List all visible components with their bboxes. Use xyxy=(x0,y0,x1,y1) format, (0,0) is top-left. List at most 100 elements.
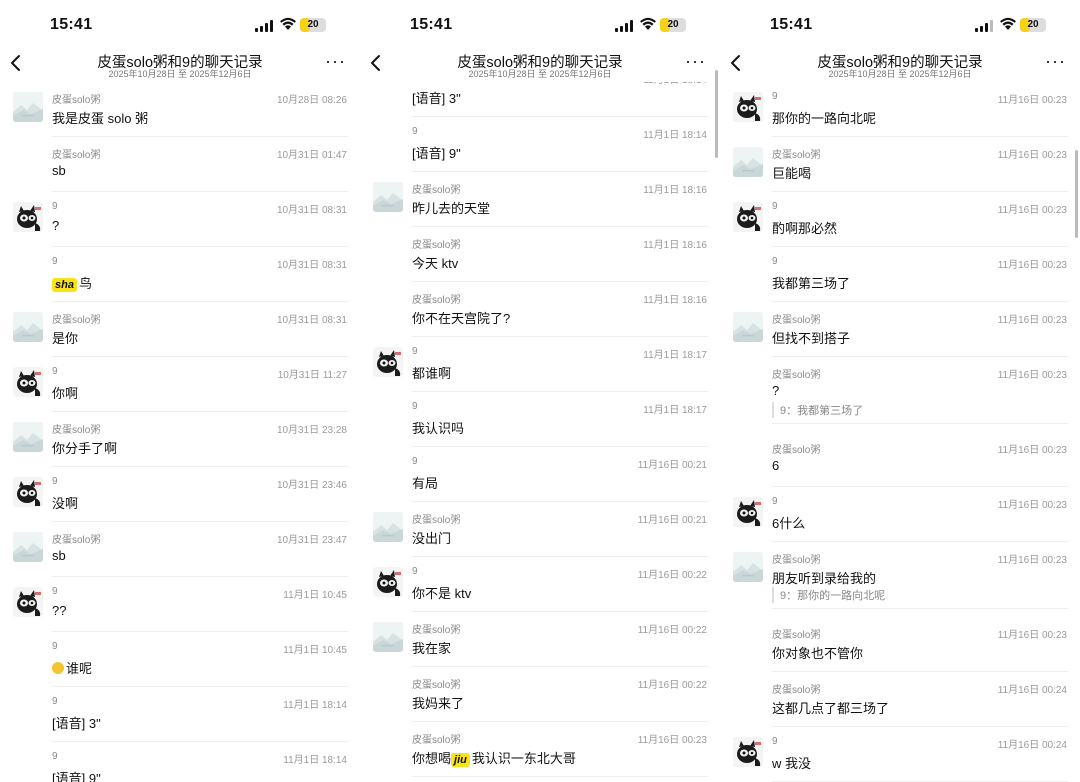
message-row[interactable]: 9 11月16日 00:22 你不是 ktv xyxy=(360,557,720,612)
avatar-mist-icon[interactable] xyxy=(373,622,403,652)
avatar-mist-icon[interactable] xyxy=(733,312,763,342)
avatar-mist-icon[interactable] xyxy=(733,147,763,177)
message-row[interactable]: 9 10月31日 08:31 sha 鸟 xyxy=(0,247,360,302)
message-row[interactable]: 9 11月1日 18:17 我认识吗 xyxy=(360,392,720,447)
message-row[interactable]: 皮蛋solo粥 11月16日 00:23 但找不到搭子 xyxy=(720,302,1080,357)
message-row[interactable]: 皮蛋solo粥 11月16日 00:23 6 xyxy=(720,432,1080,487)
chat-date-range: 2025年10月28日 至 2025年12月6日 xyxy=(108,69,252,79)
sender-name: 皮蛋solo粥 xyxy=(412,295,461,306)
more-dots-icon[interactable]: ··· xyxy=(325,51,346,72)
message-row[interactable]: 皮蛋solo粥 11月16日 00:23 巨能喝 xyxy=(720,137,1080,192)
message-row[interactable]: 皮蛋solo粥 11月1日 18:16 昨儿去的天堂 xyxy=(360,172,720,227)
message-row[interactable]: 皮蛋solo粥 11月16日 00:22 我在家 xyxy=(360,612,720,667)
message-row[interactable]: 9 10月31日 08:31? xyxy=(0,192,360,247)
message-list[interactable]: 皮蛋solo粥 10月28日 08:26 我是皮蛋 solo 粥皮蛋solo粥 10月… xyxy=(0,82,360,782)
message-row[interactable]: 皮蛋solo粥 11月16日 00:24 这都几点了都三场了 xyxy=(720,672,1080,727)
message-time: 10月31日 23:46 xyxy=(276,480,347,491)
message-row[interactable]: 9 10月31日 11:27 你啊 xyxy=(0,357,360,412)
sender-name: 9 xyxy=(772,736,778,747)
message-text: 这都几点了都三场了 xyxy=(772,701,890,716)
avatar-cat-icon[interactable] xyxy=(733,737,763,767)
sender-name: 皮蛋solo粥 xyxy=(412,185,461,196)
sender-name: 皮蛋solo粥 xyxy=(772,630,821,641)
message-row[interactable]: 皮蛋solo粥 11月16日 00:21 没出门 xyxy=(360,502,720,557)
avatar-mist-icon[interactable] xyxy=(13,532,43,562)
more-dots-icon[interactable]: ··· xyxy=(1045,51,1066,72)
avatar-cat-icon[interactable] xyxy=(373,567,403,597)
message-row[interactable]: 9 11月1日 18:14 [语音] 9" xyxy=(360,117,720,172)
avatar-cat-icon[interactable] xyxy=(13,202,43,232)
sender-name: 9 xyxy=(52,476,58,487)
avatar-mist-icon[interactable] xyxy=(373,512,403,542)
avatar-mist-icon[interactable] xyxy=(13,422,43,452)
message-time: 11月16日 00:23 xyxy=(997,370,1067,381)
sender-name: 皮蛋solo粥 xyxy=(52,315,101,326)
message-row[interactable]: 皮蛋solo粥 10月31日 23:47 sb xyxy=(0,522,360,577)
sender-name: 9 xyxy=(52,586,58,597)
sender-name: 皮蛋solo粥 xyxy=(772,315,821,326)
quoted-reply: 9：我都第三场了 xyxy=(772,402,863,418)
message-text: 我都第三场了 xyxy=(772,276,851,291)
message-row[interactable]: 皮蛋solo粥 11月1日 18:16 你不在天宫院了? xyxy=(360,282,720,337)
message-time: 11月1日 18:16 xyxy=(643,240,707,251)
message-row[interactable]: 皮蛋solo粥 11月16日 00:22 我妈来了 xyxy=(360,667,720,722)
message-row[interactable]: 皮蛋solo粥 11月16日 00:23 你对象也不管你 xyxy=(720,617,1080,672)
sender-name: 皮蛋solo粥 xyxy=(52,95,101,106)
message-row[interactable]: 9 11月1日 10:45 谁呢 xyxy=(0,632,360,687)
avatar-mist-icon[interactable] xyxy=(13,312,43,342)
message-row[interactable]: 911月1日 18:14[语音] 3" xyxy=(0,687,360,742)
sender-name: 9 xyxy=(52,256,58,267)
message-list[interactable]: 9 11月1日 18:14 [语音] 3" 9 11月1日 18:14 [语音] 9" 皮蛋… xyxy=(360,82,720,782)
message-body-cont: 我认识一东北大哥 xyxy=(471,751,576,766)
message-row[interactable]: 皮蛋solo粥 10月31日 08:31 是你 xyxy=(0,302,360,357)
avatar-cat-icon[interactable] xyxy=(733,92,763,122)
message-time: 11月1日 10:45 xyxy=(283,590,347,601)
message-row[interactable]: 皮蛋solo粥 10月28日 08:26 我是皮蛋 solo 粥 xyxy=(0,82,360,137)
avatar-cat-icon[interactable] xyxy=(13,367,43,397)
message-row[interactable]: 9 11月1日 18:17 都谁啊 xyxy=(360,337,720,392)
signal-icon xyxy=(255,20,275,32)
message-row[interactable]: 911月1日 18:14[语音] 3" xyxy=(360,82,720,117)
avatar-mist-icon[interactable] xyxy=(373,182,403,212)
message-text: 巨能喝 xyxy=(772,166,812,181)
message-row[interactable]: 皮蛋solo粥 10月31日 23:28 你分手了啊 xyxy=(0,412,360,467)
message-text: ?? xyxy=(52,603,67,618)
message-row[interactable]: 皮蛋solo粥 11月1日 18:16 今天 ktv xyxy=(360,227,720,282)
message-row[interactable]: 皮蛋solo粥 11月16日 00:23 你想喝 jiu 我认识一东北大哥 xyxy=(360,722,720,777)
message-row[interactable]: 皮蛋solo粥 11月16日 00:23? 9：我都第三场了 xyxy=(720,357,1080,424)
message-time: 11月1日 18:16 xyxy=(643,185,707,196)
avatar-cat-icon[interactable] xyxy=(373,347,403,377)
message-list[interactable]: 9 11月16日 00:23 那你的一路向北呢 皮蛋solo粥 11月16日 00:23… xyxy=(720,82,1080,782)
message-row[interactable]: 皮蛋solo粥 11月16日 00:23 朋友听到录给我的 9：那你的一路向北呢 xyxy=(720,542,1080,609)
message-row[interactable]: 9 11月16日 00:21 有局 xyxy=(360,447,720,502)
message-row[interactable]: 9 11月16日 00:23 酌啊那必然 xyxy=(720,192,1080,247)
avatar-cat-icon[interactable] xyxy=(13,477,43,507)
sender-name: 皮蛋solo粥 xyxy=(412,240,461,251)
avatar-mist-icon[interactable] xyxy=(13,92,43,122)
more-dots-icon[interactable]: ··· xyxy=(685,51,706,72)
nav-bar: 皮蛋solo粥和9的聊天记录 2025年10月28日 至 2025年12月6日 ··… xyxy=(720,48,1080,82)
message-row[interactable]: 9 11月1日 10:45?? xyxy=(0,577,360,632)
message-row[interactable]: 9 11月16日 00:23 6什么 xyxy=(720,487,1080,542)
sender-name: 9 xyxy=(52,751,58,762)
message-body: 鸟 xyxy=(78,276,92,291)
avatar-cat-icon[interactable] xyxy=(733,497,763,527)
battery-icon: 20 xyxy=(1020,18,1046,32)
message-row[interactable]: 9 10月31日 23:46 没啊 xyxy=(0,467,360,522)
message-text: 你不在天宫院了? xyxy=(412,311,511,326)
signal-icon xyxy=(975,20,995,32)
message-time: 11月1日 18:17 xyxy=(643,405,707,416)
message-row[interactable]: 9 11月1日 18:14 [语音] 9" xyxy=(0,742,360,782)
avatar-cat-icon[interactable] xyxy=(13,587,43,617)
message-row[interactable]: 9 11月16日 00:24 w 我没 xyxy=(720,727,1080,782)
scrollbar[interactable] xyxy=(1075,150,1078,238)
message-time: 11月16日 00:23 xyxy=(997,150,1067,161)
message-row[interactable]: 9 11月16日 00:23 那你的一路向北呢 xyxy=(720,82,1080,137)
message-time: 11月16日 00:21 xyxy=(637,515,707,526)
scrollbar[interactable] xyxy=(715,70,718,158)
chat-date-range: 2025年10月28日 至 2025年12月6日 xyxy=(468,69,612,79)
avatar-mist-icon[interactable] xyxy=(733,552,763,582)
avatar-cat-icon[interactable] xyxy=(733,202,763,232)
message-row[interactable]: 9 11月16日 00:23 我都第三场了 xyxy=(720,247,1080,302)
message-row[interactable]: 皮蛋solo粥 10月31日 01:47 sb xyxy=(0,137,360,192)
